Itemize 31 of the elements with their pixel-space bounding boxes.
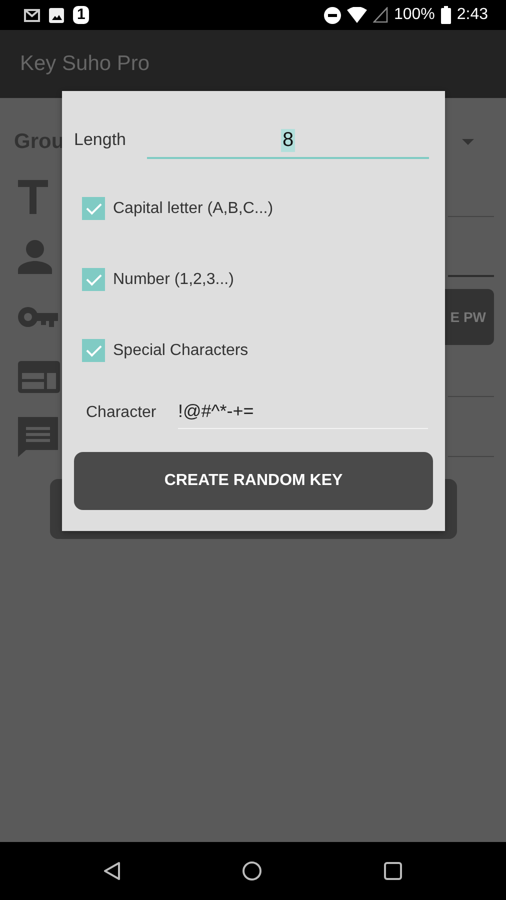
clock: 2:43 <box>456 6 488 24</box>
app-title: Key Suho Pro <box>20 52 150 76</box>
option-label: Number (1,2,3...) <box>113 270 234 288</box>
image-icon <box>49 8 64 22</box>
option-label: Capital letter (A,B,C...) <box>113 200 274 218</box>
back-icon[interactable] <box>104 862 120 880</box>
character-field[interactable]: !@#^*-+= <box>178 401 428 429</box>
do-not-disturb-icon <box>324 6 341 24</box>
mail-icon <box>24 8 40 22</box>
card-icon <box>18 361 60 393</box>
home-icon[interactable] <box>242 861 262 881</box>
length-field[interactable]: 8 <box>147 123 429 159</box>
checkbox[interactable] <box>82 268 105 291</box>
checkbox[interactable] <box>82 197 105 220</box>
key-icon <box>18 306 58 328</box>
checkbox[interactable] <box>82 339 105 362</box>
dropdown-arrow-icon[interactable] <box>462 139 474 145</box>
create-random-key-button[interactable]: CREATE RANDOM KEY <box>74 452 433 510</box>
character-label: Character <box>86 404 158 423</box>
message-icon <box>18 417 58 457</box>
recents-icon[interactable] <box>384 862 402 880</box>
length-label: Length <box>74 130 127 151</box>
wifi-icon <box>346 7 367 23</box>
notification-count: 1 <box>73 6 90 24</box>
text-icon <box>18 180 48 214</box>
battery-percent: 100% <box>394 6 435 24</box>
option-label: Special Characters <box>113 342 248 360</box>
person-icon <box>18 240 52 274</box>
field-underline <box>448 275 494 277</box>
battery-icon <box>440 6 451 24</box>
signal-icon <box>372 7 388 23</box>
